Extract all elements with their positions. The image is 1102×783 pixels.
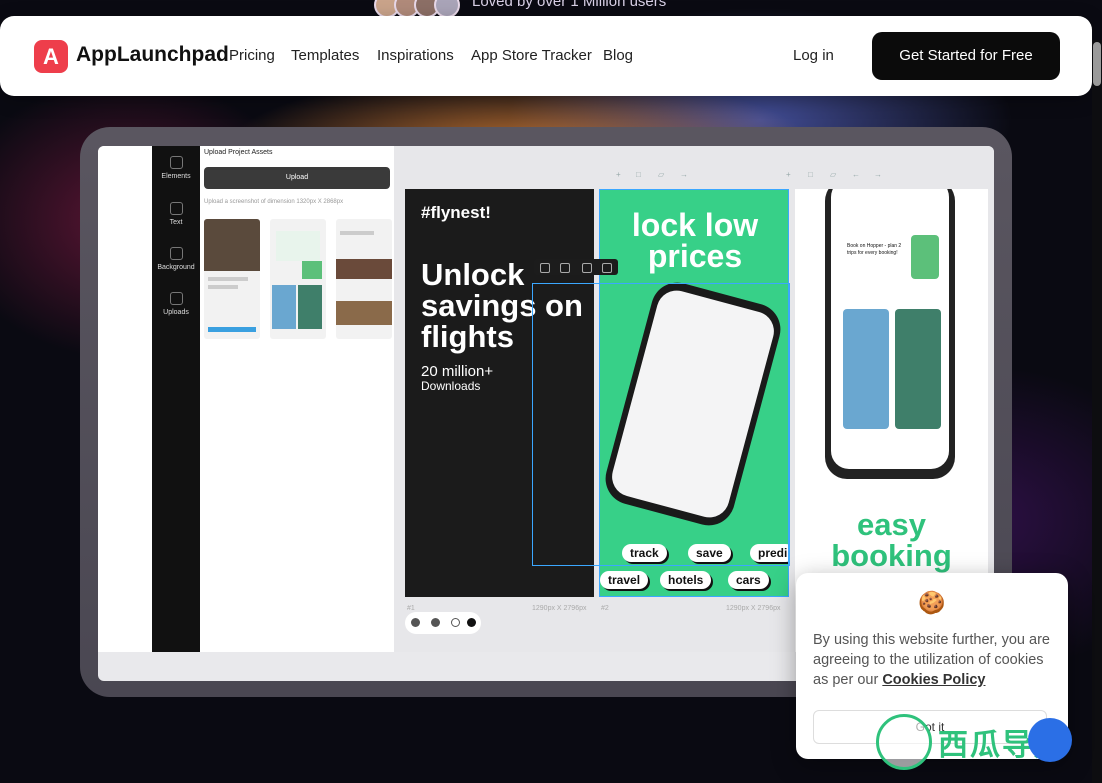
sidebar-item-label: Background: [157, 264, 195, 271]
sidebar-item-text[interactable]: Text: [152, 202, 200, 226]
editor-margin: [98, 146, 152, 652]
top-banner-text: Loved by over 1 Million users: [472, 0, 667, 10]
get-started-button[interactable]: Get Started for Free: [872, 32, 1060, 80]
arrow-right-icon[interactable]: →: [680, 170, 688, 179]
pill-label: travel: [600, 571, 649, 589]
zoom-controls: [405, 612, 481, 634]
login-link[interactable]: Log in: [793, 47, 834, 64]
sidebar-item-uploads[interactable]: Uploads: [152, 292, 200, 316]
upload-icon: [169, 292, 183, 305]
chevron-down-icon[interactable]: [582, 263, 592, 273]
add-icon[interactable]: +: [786, 170, 791, 179]
editor-sidebar: Elements Text Background Uploads: [152, 146, 200, 652]
artboard-headline: lock low prices: [631, 207, 759, 274]
travel-photo: [895, 309, 941, 429]
background-icon: [169, 247, 183, 260]
nav-link-blog[interactable]: Blog: [603, 47, 633, 64]
selection-box[interactable]: [532, 283, 790, 566]
zoom-in-icon[interactable]: [431, 618, 440, 627]
panel-title: Upload Project Assets: [204, 149, 273, 156]
user-avatars: [374, 0, 460, 18]
upload-button[interactable]: Upload: [204, 167, 390, 189]
sidebar-item-label: Text: [169, 219, 183, 226]
chat-widget-icon[interactable]: [1028, 718, 1072, 762]
top-banner: Loved by over 1 Million users: [0, 0, 1102, 18]
assets-panel: Upload Project Assets Upload Upload a sc…: [200, 146, 487, 652]
nav-link-pricing[interactable]: Pricing: [229, 47, 275, 64]
download-label: Downloads: [421, 379, 481, 393]
sidebar-item-label: Uploads: [163, 309, 189, 316]
selection-toolbar: [534, 259, 618, 275]
artboard-caption: #1: [407, 605, 415, 612]
trash-icon[interactable]: [560, 263, 570, 273]
sidebar-item-label: Elements: [161, 173, 191, 180]
travel-photo: [843, 309, 889, 429]
sidebar-item-elements[interactable]: Elements: [152, 156, 200, 180]
zoom-out-icon[interactable]: [411, 618, 420, 627]
promo-text: Book on Hopper - plan 2 trips for every …: [847, 243, 902, 256]
upload-hint: Upload a screenshot of dimension 1320px …: [204, 199, 344, 205]
copy-icon[interactable]: [540, 263, 550, 273]
cookie-message: By using this website further, you are a…: [813, 630, 1053, 690]
arrow-left-icon[interactable]: ←: [852, 170, 860, 179]
download-count: 20 million+: [421, 363, 494, 380]
chevron-up-icon[interactable]: [602, 263, 612, 273]
cookie-icon: 🍪: [918, 590, 946, 615]
asset-thumbnail[interactable]: [270, 219, 326, 339]
artboard-brand: #flynest!: [421, 203, 491, 222]
download-stat: 20 million+ Downloads: [421, 363, 494, 393]
artboard-headline: easy booking: [831, 507, 952, 573]
asset-thumbnail[interactable]: [336, 219, 392, 339]
pill-label: hotels: [660, 571, 712, 589]
phone-screen: Book on Hopper - plan 2 trips for every …: [831, 189, 949, 469]
arrow-right-icon[interactable]: →: [874, 170, 882, 179]
nav-link-templates[interactable]: Templates: [291, 47, 359, 64]
add-icon[interactable]: +: [616, 170, 621, 179]
brand-name[interactable]: AppLaunchpad: [76, 43, 229, 67]
promo-image: [911, 235, 939, 279]
artboard-caption: 1290px X 2796px: [532, 605, 587, 612]
nav-link-app-store-tracker[interactable]: App Store Tracker: [471, 47, 592, 64]
logo-icon[interactable]: A: [34, 40, 68, 73]
duplicate-icon[interactable]: □: [636, 170, 641, 179]
color-icon[interactable]: [467, 618, 476, 627]
phone-mockup: Book on Hopper - plan 2 trips for every …: [825, 189, 955, 479]
scrollbar-track[interactable]: [1092, 40, 1102, 783]
cookies-policy-link[interactable]: Cookies Policy: [882, 672, 985, 688]
artboard-caption: 1290px X 2796px: [726, 605, 781, 612]
text-icon: [169, 202, 183, 215]
trash-icon[interactable]: ▱: [658, 170, 664, 179]
duplicate-icon[interactable]: □: [808, 170, 813, 179]
sidebar-item-background[interactable]: Background: [152, 247, 200, 271]
asset-thumbnail[interactable]: [204, 219, 260, 339]
artboard-caption: #2: [601, 605, 609, 612]
watermark-logo-icon: [876, 714, 932, 770]
pill-label: cars: [728, 571, 769, 589]
elements-icon: [169, 156, 183, 169]
trash-icon[interactable]: ▱: [830, 170, 836, 179]
navbar: A AppLaunchpad Pricing Templates Inspira…: [0, 16, 1092, 96]
scrollbar-thumb[interactable]: [1093, 42, 1101, 86]
chevron-down-icon[interactable]: [451, 618, 460, 627]
nav-link-inspirations[interactable]: Inspirations: [377, 47, 454, 64]
